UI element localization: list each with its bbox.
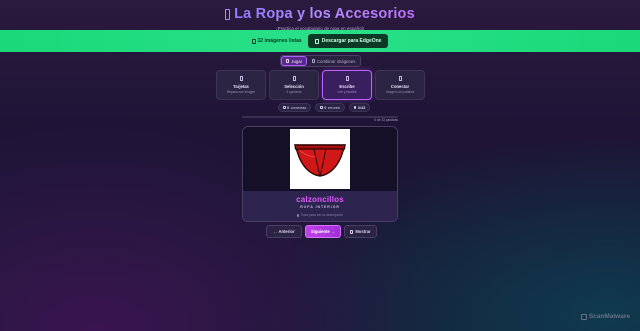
mode-card-seleccion[interactable]: Selección 4 opciones (269, 70, 319, 100)
flashcard-category: ROPA INTERIOR (300, 205, 340, 209)
progress-label: 0 de 43 palabras (374, 118, 398, 122)
select-icon (292, 76, 296, 81)
mode-card-escribe[interactable]: Escribe Lee y escribe (322, 70, 372, 100)
mode-card-tarjetas[interactable]: Tarjetas Repasa con imagen (216, 70, 266, 100)
download-button-label: Descargar para EdgeOne (321, 38, 382, 44)
pencil-icon (345, 76, 349, 81)
play-mode-button[interactable]: Jugar (281, 56, 308, 66)
stats-bar: 0 correctas 0 errores 0/43 (278, 103, 371, 112)
correct-label: correctas (290, 105, 307, 110)
error-count: 0 (324, 105, 327, 110)
combine-images-button[interactable]: Combinar imágenes (307, 56, 360, 66)
combine-images-label: Combinar imágenes (316, 58, 356, 64)
eye-icon (350, 229, 354, 234)
header: La Ropa y los Accesorios ¡Practica el vo… (0, 0, 640, 31)
watermark-text: ScanMalware (588, 313, 630, 320)
underwear-illustration (294, 144, 346, 177)
error-count-badge: 0 errores (315, 103, 345, 112)
progress-count-badge: 0/43 (348, 103, 371, 112)
flashcard-image (290, 129, 350, 189)
cards-icon (239, 76, 243, 81)
play-mode-label: Jugar (291, 58, 303, 64)
mode-card-sub: Repasa con imagen (226, 90, 256, 94)
banner-status: 32 imágenes listas (251, 38, 302, 44)
error-label: errores (327, 105, 340, 110)
flashcard-hint-text: Toca para ver la descripción (300, 213, 344, 217)
show-button-label: Mostrar (355, 229, 371, 234)
game-mode-cards: Tarjetas Repasa con imagen Selección 4 o… (216, 70, 425, 100)
flashcard-word: calzoncillos (296, 195, 344, 204)
chart-icon (353, 105, 357, 110)
link-icon (398, 76, 402, 81)
mode-card-label: Tarjetas (233, 84, 249, 89)
next-button-label: Siguiente → (310, 229, 336, 234)
download-icon (314, 38, 319, 44)
gamepad-icon (286, 59, 290, 63)
show-button[interactable]: Mostrar (344, 225, 377, 238)
mode-card-sub: 4 opciones (286, 90, 302, 94)
flashcard-hint: Toca para ver la descripción (243, 213, 397, 217)
mode-card-label: Selección (284, 84, 304, 89)
previous-button-label: ← Anterior (273, 229, 295, 234)
correct-count-badge: 0 correctas (278, 103, 312, 112)
banner-text: 32 imágenes listas (257, 38, 302, 44)
page-title: La Ropa y los Accesorios (225, 6, 415, 22)
check-icon (283, 105, 286, 110)
mode-card-sub: Lee y escribe (337, 90, 357, 94)
download-banner: 32 imágenes listas Descargar para EdgeOn… (0, 30, 640, 52)
correct-count: 0 (287, 105, 290, 110)
scanmalware-logo-icon (580, 313, 587, 320)
mode-card-label: Conectar (390, 84, 410, 89)
page-title-text: La Ropa y los Accesorios (234, 6, 415, 22)
previous-button[interactable]: ← Anterior (266, 225, 302, 238)
cross-icon (320, 105, 323, 110)
flashcard-image-area (243, 127, 397, 191)
mode-card-sub: Imagen con palabra (385, 90, 415, 94)
mode-card-label: Escribe (339, 84, 355, 89)
flashcard[interactable]: calzoncillos ROPA INTERIOR Toca para ver… (242, 126, 398, 222)
navigation-buttons: ← Anterior Siguiente → Mostrar (266, 225, 377, 238)
next-button[interactable]: Siguiente → (305, 225, 341, 238)
mode-card-conectar[interactable]: Conectar Imagen con palabra (375, 70, 425, 100)
download-button[interactable]: Descargar para EdgeOne (307, 34, 389, 48)
flashcard-text-area: calzoncillos ROPA INTERIOR Toca para ver… (243, 191, 397, 221)
hand-icon (296, 213, 300, 217)
progress-count: 0/43 (357, 105, 366, 110)
combine-icon (311, 59, 315, 63)
shirt-icon (225, 8, 231, 20)
images-icon (251, 38, 256, 44)
watermark: ScanMalware (580, 313, 630, 320)
mode-toggle: Jugar Combinar imágenes (280, 55, 361, 67)
